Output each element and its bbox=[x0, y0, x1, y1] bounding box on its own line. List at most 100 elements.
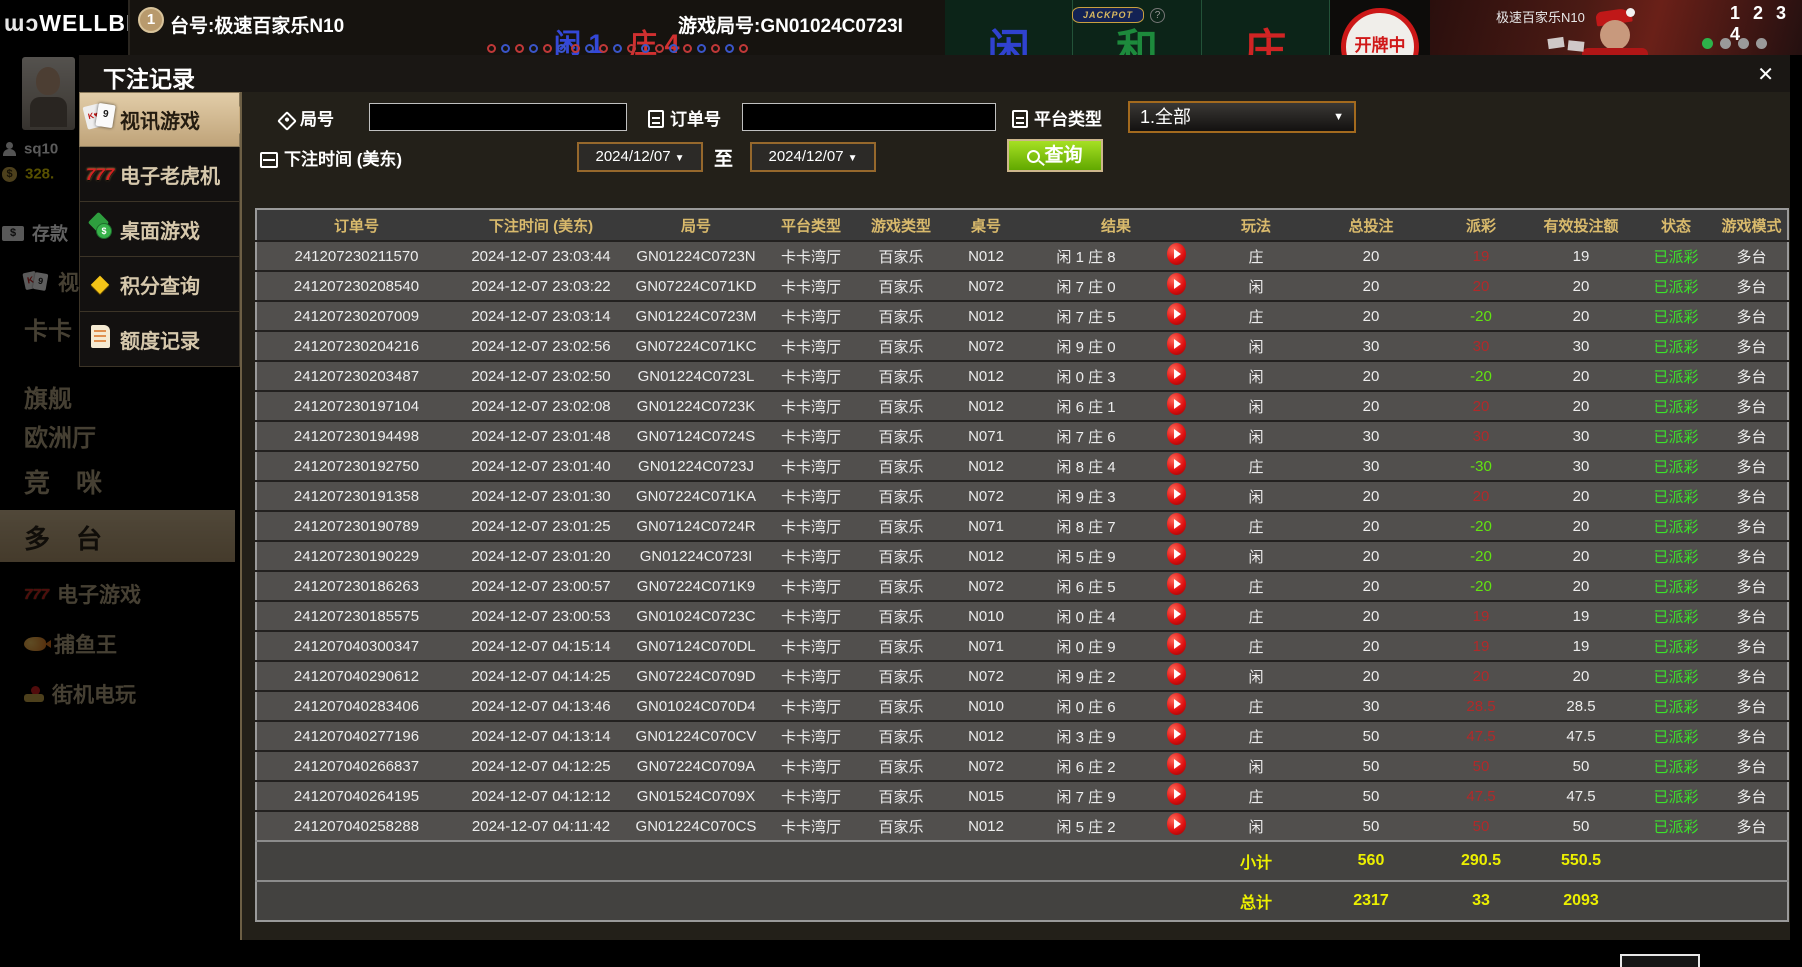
cell-status: 已派彩 bbox=[1636, 480, 1717, 511]
cell-total-bet: 50 bbox=[1306, 750, 1437, 781]
table-row: 241207040300347 2024-12-07 04:15:14 GN0712… bbox=[256, 630, 1789, 661]
replay-button[interactable] bbox=[1166, 693, 1186, 715]
help-icon[interactable]: ? bbox=[1150, 8, 1165, 23]
replay-button[interactable] bbox=[1166, 543, 1186, 565]
platform-type-select[interactable]: 1.全部 ▼ bbox=[1128, 101, 1356, 133]
cell-table-no: N072 bbox=[946, 660, 1026, 691]
cell-total-bet: 30 bbox=[1306, 420, 1437, 451]
cell-result: 闲 7 庄 5 bbox=[1026, 300, 1146, 331]
replay-button[interactable] bbox=[1166, 303, 1186, 325]
sidebar-item-slots[interactable]: 777 电子老虎机 bbox=[79, 147, 240, 202]
cell-round-no: GN07224C071K9 bbox=[626, 570, 766, 601]
cell-game-type: 百家乐 bbox=[856, 570, 946, 601]
cell-status: 已派彩 bbox=[1636, 540, 1717, 571]
list-icon bbox=[1012, 110, 1028, 128]
seat-dots bbox=[1702, 36, 1774, 54]
cell-game-mode: 多台 bbox=[1716, 300, 1789, 331]
sidebar-item-table-games[interactable]: 桌面游戏 bbox=[79, 202, 240, 257]
cell-result: 闲 6 庄 1 bbox=[1026, 390, 1146, 421]
replay-button[interactable] bbox=[1166, 573, 1186, 595]
cell-order-no: 241207040264195 bbox=[256, 780, 456, 811]
cell-result: 闲 7 庄 0 bbox=[1026, 270, 1146, 301]
document-icon bbox=[80, 324, 120, 354]
replay-button[interactable] bbox=[1166, 633, 1186, 655]
cell-table-no: N072 bbox=[946, 570, 1026, 601]
cell-table-no: N012 bbox=[946, 390, 1026, 421]
header-platform: 平台类型 bbox=[766, 209, 856, 241]
replay-button[interactable] bbox=[1166, 753, 1186, 775]
cell-game-mode: 多台 bbox=[1716, 240, 1789, 271]
cell-order-no: 241207230192750 bbox=[256, 450, 456, 481]
total-payout: 33 bbox=[1436, 880, 1527, 921]
cell-empty bbox=[1636, 840, 1789, 881]
cell-total-bet: 20 bbox=[1306, 240, 1437, 271]
cell-total-bet: 50 bbox=[1306, 780, 1437, 811]
cell-result: 闲 0 庄 4 bbox=[1026, 600, 1146, 631]
header-play-type: 玩法 bbox=[1206, 209, 1307, 241]
gem-icon: ◆ bbox=[90, 269, 110, 297]
cell-bet-time: 2024-12-07 23:00:57 bbox=[456, 570, 626, 601]
sidebar-item-points-query[interactable]: ◆ 积分查询 bbox=[79, 257, 240, 312]
cell-platform: 卡卡湾厅 bbox=[766, 780, 856, 811]
replay-button[interactable] bbox=[1166, 273, 1186, 295]
query-button[interactable]: 查询 bbox=[1007, 139, 1103, 172]
cell-order-no: 241207230204216 bbox=[256, 330, 456, 361]
modal-title-bar: 下注记录 ✕ bbox=[79, 55, 1790, 92]
sidebar-item-label: 额度记录 bbox=[120, 330, 200, 353]
replay-button[interactable] bbox=[1166, 663, 1186, 685]
modal-title: 下注记录 bbox=[103, 66, 195, 92]
cell-game-mode: 多台 bbox=[1716, 810, 1789, 841]
sidebar-item-video-games[interactable]: 视讯游戏 bbox=[79, 92, 252, 147]
replay-button[interactable] bbox=[1166, 393, 1186, 415]
cell-total-bet: 50 bbox=[1306, 810, 1437, 841]
cell-payout: 20 bbox=[1436, 660, 1527, 691]
bet-zone-player[interactable]: 闲 bbox=[945, 0, 1074, 55]
cell-game-mode: 多台 bbox=[1716, 780, 1789, 811]
calendar-icon bbox=[260, 152, 278, 168]
round-no-input[interactable] bbox=[369, 103, 627, 131]
replay-button[interactable] bbox=[1166, 813, 1186, 835]
close-icon[interactable]: ✕ bbox=[1757, 62, 1774, 87]
cell-replay bbox=[1146, 600, 1207, 631]
replay-button[interactable] bbox=[1166, 363, 1186, 385]
table-row: 241207040290612 2024-12-07 04:14:25 GN0722… bbox=[256, 660, 1789, 691]
replay-button[interactable] bbox=[1166, 243, 1186, 265]
cell-valid-bet: 20 bbox=[1526, 540, 1637, 571]
table-row: 241207040264195 2024-12-07 04:12:12 GN0152… bbox=[256, 780, 1789, 811]
cell-status: 已派彩 bbox=[1636, 510, 1717, 541]
cell-replay bbox=[1146, 690, 1207, 721]
replay-button[interactable] bbox=[1166, 603, 1186, 625]
cell-table-no: N012 bbox=[946, 300, 1026, 331]
replay-button[interactable] bbox=[1166, 333, 1186, 355]
replay-button[interactable] bbox=[1166, 453, 1186, 475]
date-to-select[interactable]: 2024/12/07 ▼ bbox=[750, 142, 876, 172]
cell-play-type: 闲 bbox=[1206, 330, 1307, 361]
replay-button[interactable] bbox=[1166, 513, 1186, 535]
game-info-bar: 1 台号:极速百家乐N10 闲 1 庄 4 游戏局号:GN01024C0723I bbox=[128, 0, 945, 55]
cell-status: 已派彩 bbox=[1636, 270, 1717, 301]
replay-button[interactable] bbox=[1166, 723, 1186, 745]
cell-play-type: 闲 bbox=[1206, 360, 1307, 391]
replay-button[interactable] bbox=[1166, 783, 1186, 805]
cell-status: 已派彩 bbox=[1636, 600, 1717, 631]
replay-button[interactable] bbox=[1166, 483, 1186, 505]
table-row: 241207040258288 2024-12-07 04:11:42 GN0122… bbox=[256, 810, 1789, 841]
replay-button[interactable] bbox=[1166, 423, 1186, 445]
bet-records-table: 订单号 下注时间 (美东) 局号 平台类型 游戏类型 桌号 结果 玩法 总投注 派彩 有效投注额 状态… bbox=[255, 208, 1790, 922]
cell-table-no: N071 bbox=[946, 510, 1026, 541]
cell-game-type: 百家乐 bbox=[856, 480, 946, 511]
cell-table-no: N012 bbox=[946, 450, 1026, 481]
total-valid-bet: 2093 bbox=[1526, 880, 1637, 921]
bet-zone-banker[interactable]: 庄 bbox=[1202, 0, 1330, 55]
date-from-select[interactable]: 2024/12/07 ▼ bbox=[577, 142, 703, 172]
cell-bet-time: 2024-12-07 23:02:56 bbox=[456, 330, 626, 361]
cell-result: 闲 3 庄 9 bbox=[1026, 720, 1146, 751]
cell-bet-time: 2024-12-07 23:00:53 bbox=[456, 600, 626, 631]
cell-valid-bet: 20 bbox=[1526, 360, 1637, 391]
cell-status: 已派彩 bbox=[1636, 300, 1717, 331]
cell-play-type: 闲 bbox=[1206, 420, 1307, 451]
pagination-box[interactable] bbox=[1620, 954, 1700, 967]
table-row: 241207230190229 2024-12-07 23:01:20 GN0122… bbox=[256, 540, 1789, 571]
sidebar-item-quota-records[interactable]: 额度记录 bbox=[79, 312, 240, 367]
order-no-input[interactable] bbox=[742, 103, 996, 131]
